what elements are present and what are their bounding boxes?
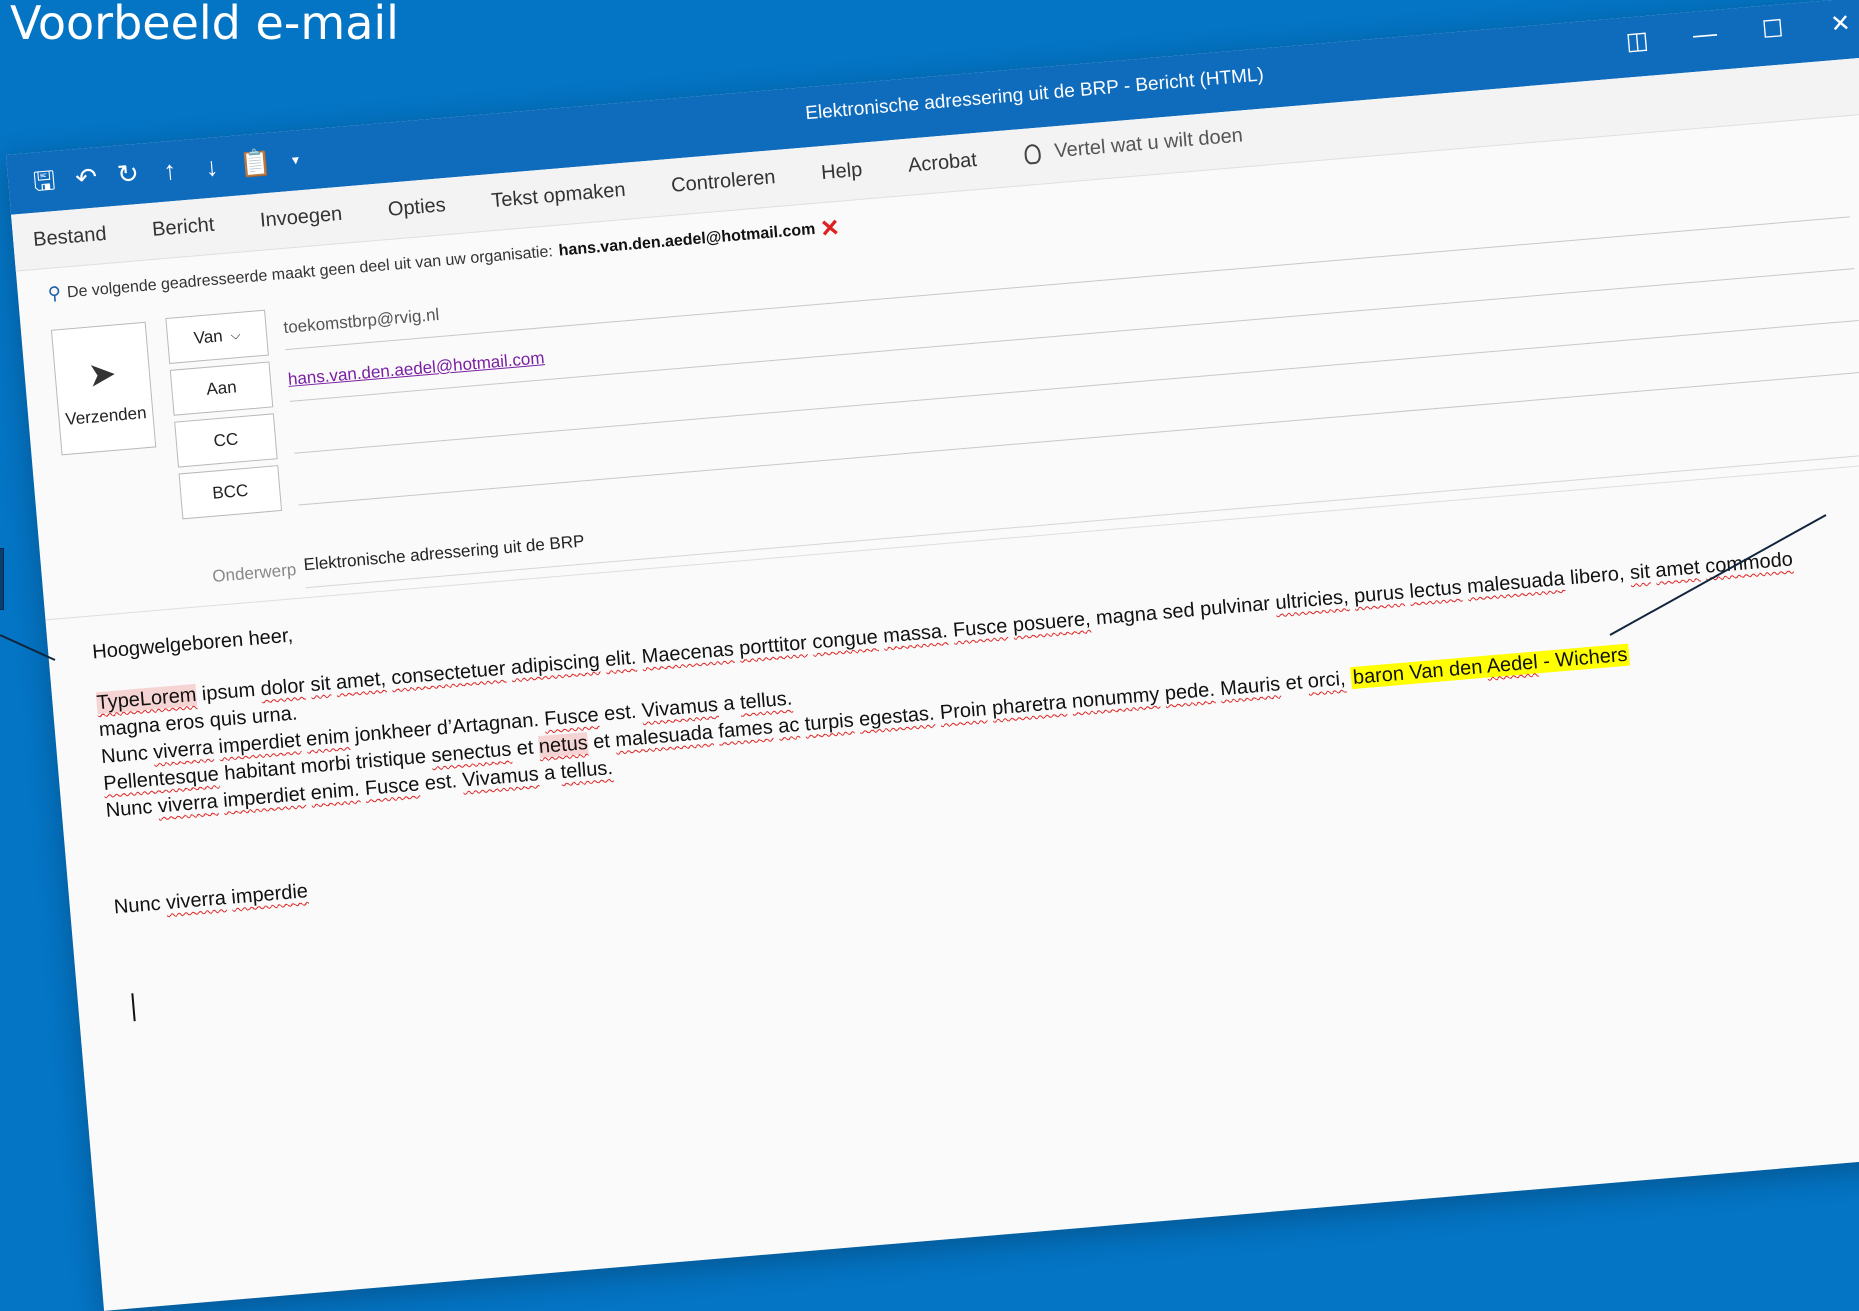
ribbon-display-icon[interactable]: ◫ xyxy=(1617,25,1657,57)
dismiss-notice-icon[interactable]: × xyxy=(820,210,840,244)
clipboard-icon[interactable]: 📋 xyxy=(238,145,273,181)
redo-icon[interactable]: ↻ xyxy=(113,156,144,192)
undo-icon[interactable]: ↶ xyxy=(71,159,102,195)
send-label: Verzenden xyxy=(64,403,148,429)
from-value: toekomstbrp@rvig.nl xyxy=(282,304,440,338)
tab-bestand[interactable]: Bestand xyxy=(32,223,107,252)
to-value: hans.van.den.aedel@hotmail.com xyxy=(287,348,546,389)
lightbulb-icon xyxy=(1023,143,1042,165)
callout-left xyxy=(0,548,4,610)
close-icon[interactable]: ✕ xyxy=(1820,8,1859,40)
cc-button[interactable]: CC xyxy=(174,413,278,468)
text-cursor xyxy=(131,993,136,1022)
send-button[interactable]: ➤ Verzenden xyxy=(50,321,157,456)
arrow-up-icon[interactable]: ↑ xyxy=(154,152,185,188)
minimize-icon[interactable]: — xyxy=(1685,19,1725,51)
slide-title: Voorbeeld e-mail xyxy=(10,0,399,50)
save-icon[interactable]: 🖫 xyxy=(29,163,60,199)
subject-value: Elektronische adressering uit de BRP xyxy=(302,531,586,575)
from-button[interactable]: Van ⌵ xyxy=(165,309,269,364)
maximize-icon[interactable]: ☐ xyxy=(1753,14,1793,46)
from-label: Van xyxy=(192,326,224,348)
outlook-message-window: 🖫 ↶ ↻ ↑ ↓ 📋 ▾ Elektronische adressering … xyxy=(6,0,1859,1311)
tell-me-box[interactable]: Vertel wat u wilt doen xyxy=(1023,124,1244,165)
subject-label: Onderwerp xyxy=(211,559,297,587)
to-button[interactable]: Aan xyxy=(169,361,274,416)
tell-me-text: Vertel wat u wilt doen xyxy=(1053,124,1244,163)
tab-help[interactable]: Help xyxy=(820,159,863,185)
quick-access-toolbar: 🖫 ↶ ↻ ↑ ↓ 📋 ▾ xyxy=(29,141,311,199)
cc-label: CC xyxy=(212,429,239,451)
tab-invoegen[interactable]: Invoegen xyxy=(259,203,343,233)
tab-opties[interactable]: Opties xyxy=(387,194,447,222)
bcc-button[interactable]: BCC xyxy=(178,465,283,520)
tab-acrobat[interactable]: Acrobat xyxy=(907,149,978,178)
notice-address: hans.van.den.aedel@hotmail.com xyxy=(557,220,816,260)
tab-tekst-opmaken[interactable]: Tekst opmaken xyxy=(490,179,626,213)
tab-bericht[interactable]: Bericht xyxy=(151,214,215,242)
bcc-label: BCC xyxy=(211,480,249,503)
arrow-down-icon[interactable]: ↓ xyxy=(196,149,227,185)
chevron-down-icon: ⌵ xyxy=(229,326,242,343)
window-controls: ◫ — ☐ ✕ xyxy=(1617,8,1859,57)
people-icon: ⚲ xyxy=(47,282,62,304)
send-icon: ➤ xyxy=(86,354,118,395)
to-label: Aan xyxy=(205,377,238,399)
tab-controleren[interactable]: Controleren xyxy=(670,166,776,198)
customize-icon[interactable]: ▾ xyxy=(280,141,311,177)
